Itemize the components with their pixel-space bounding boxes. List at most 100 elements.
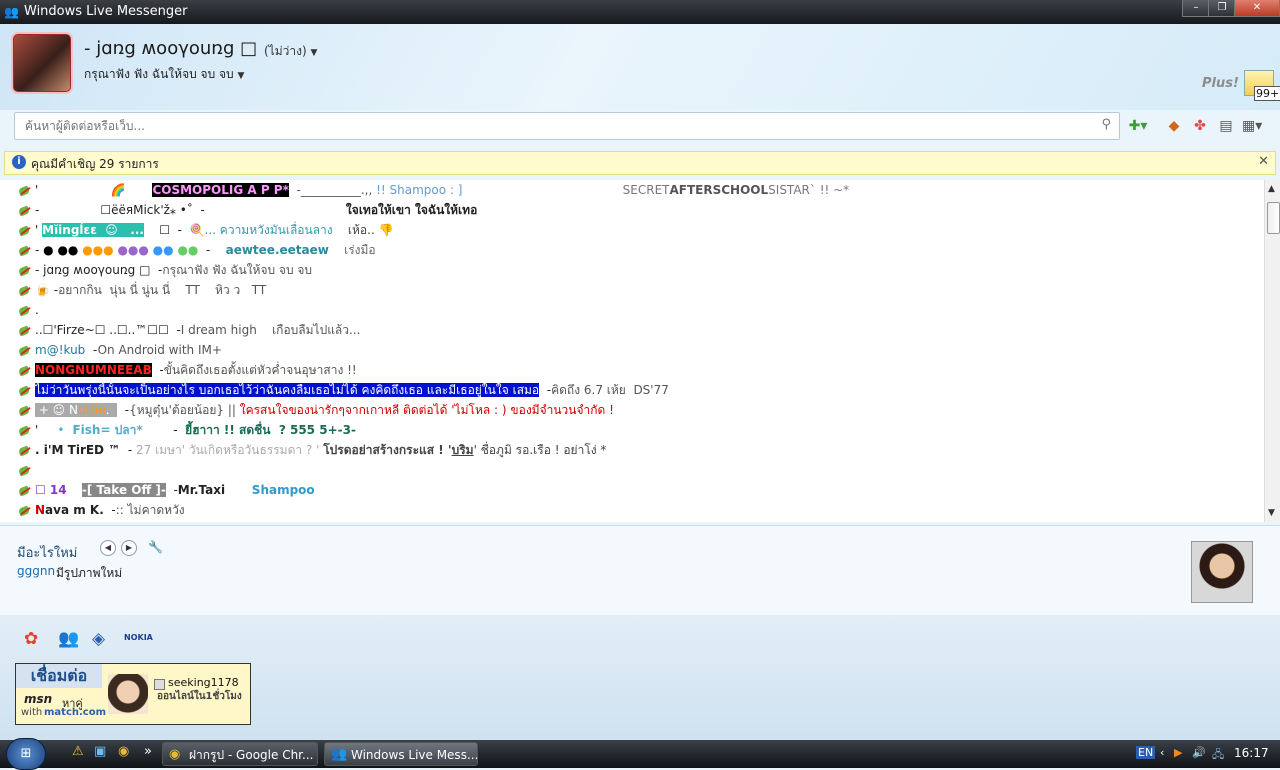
network-icon[interactable]: 🖧 — [1212, 746, 1224, 765]
contact-text-segment — [225, 483, 252, 497]
chevron-down-icon: ▼ — [237, 71, 245, 81]
contact-text-segment: ● ●● — [39, 243, 83, 257]
close-icon[interactable]: ✕ — [1258, 154, 1269, 169]
match-advertisement[interactable]: เชื่อมต่อ msn หาคู่ with match.com seeki… — [15, 663, 251, 725]
search-bar: ⚲ — [14, 112, 1120, 140]
language-indicator[interactable]: EN — [1136, 746, 1156, 759]
whats-new-photo[interactable] — [1191, 541, 1253, 603]
messenger-buddies-icon[interactable]: 👥 — [58, 629, 79, 649]
contact-row[interactable]: ..☐'Firze~☐ ..☐..™☐☐ -I dream high เกือบ… — [18, 320, 360, 340]
scroll-up-arrow-icon[interactable]: ▲ — [1268, 184, 1275, 194]
display-name[interactable]: - jɑռg ʍooγouռg □ — [84, 38, 257, 59]
messenger-buddies-icon: 👥 — [4, 5, 19, 19]
whats-new-contact-name[interactable]: gggnn — [17, 564, 55, 578]
scroll-down-arrow-icon[interactable]: ▼ — [1268, 508, 1275, 518]
avatar[interactable] — [13, 34, 71, 92]
contact-row[interactable]: - ☐ëëяMick'ž⁎ •˚ - ใจเทอให้เขา ใจฉันให้เ… — [18, 200, 477, 220]
busy-status-icon — [18, 505, 32, 517]
contact-text-segment: On Android with IM+ — [97, 343, 222, 357]
layout-icon[interactable]: ▤ — [1216, 116, 1236, 136]
games-icon[interactable]: ◆ — [1164, 116, 1184, 136]
activities-icon[interactable]: ✤ — [1190, 116, 1210, 136]
contact-row[interactable]: NONGNUMNEEAB -ขั้นคิดถึงเธอตั้งแต่หัวค่ำ… — [18, 360, 357, 380]
invitation-text[interactable]: คุณมีคำเชิญ 29 รายการ — [31, 155, 159, 174]
contact-text-segment: ขั้นคิดถึงเธอตั้งแต่หัวค่ำจนอุษาสาง !! — [163, 363, 357, 377]
contact-row[interactable] — [18, 460, 35, 480]
nokia-logo[interactable]: NOKIA — [124, 633, 153, 642]
volume-icon[interactable]: 🔊 — [1192, 746, 1206, 759]
ad-profile-photo — [108, 674, 148, 714]
ad-online-status: ออนไลน์ใน1ชั่วโมง — [157, 691, 242, 702]
contact-text-segment: - ☐ëëяMick'ž⁎ •˚ - — [35, 203, 346, 217]
contact-list: ' 🌈 COSMOPOLIG A P P* -__________.,, !! … — [0, 180, 1264, 522]
invitation-bar[interactable]: i คุณมีคำเชิญ 29 รายการ ✕ — [4, 151, 1276, 175]
add-contact-icon[interactable]: ✚▾ — [1128, 116, 1148, 136]
contact-row[interactable]: ' 🌈 COSMOPOLIG A P P* -__________.,, !! … — [18, 180, 849, 200]
contact-row[interactable]: . i'M TirED ™ - 27 เมษา' วันเกิดหรือวันธ… — [18, 440, 606, 460]
contact-text-segment: - — [120, 443, 136, 457]
contact-text-segment — [67, 483, 82, 497]
contact-text-segment: ' ชื่อภูมิ รอ.เรือ ! อย่าโง่ * — [473, 443, 607, 457]
contact-row[interactable]: 🍺 -อยากกิน นุ่น นี่ นู่น นี่ TT หิว ว TT — [18, 280, 266, 300]
search-icon[interactable]: ⚲ — [1101, 117, 1111, 132]
wrench-icon[interactable]: 🔧 — [148, 540, 163, 554]
contact-row[interactable]: Nava m K. -:: ไม่คาดหวัง — [18, 500, 185, 520]
next-arrow-icon[interactable]: ▶ — [121, 540, 137, 556]
contact-text-segment: ava m K. — [45, 503, 104, 517]
plus-logo[interactable]: Plus! — [1202, 76, 1239, 91]
show-desktop-icon[interactable]: ▣ — [94, 744, 106, 759]
taskbar: ⊞ ⚠ ▣ ◉ » ◉ ฝากรูป - Google Chr... 👥 Win… — [0, 738, 1280, 770]
contact-row[interactable]: ไม่ว่าวันพรุ่งนี้นั้นจะเป็นอย่างไร บอกเธ… — [18, 380, 669, 400]
busy-status-icon — [18, 345, 32, 357]
previous-arrow-icon[interactable]: ◀ — [100, 540, 116, 556]
contact-text-segment: Mr.Taxi — [177, 483, 226, 497]
contact-text-segment: SECRET — [462, 183, 670, 197]
maximize-button[interactable]: ❐ — [1208, 0, 1236, 17]
contact-row[interactable]: - ● ●● ●●● ●●● ●● ●● - aewtee.eetaew เร่… — [18, 240, 376, 260]
minimize-button[interactable]: – — [1182, 0, 1210, 17]
contact-row[interactable]: . — [18, 300, 39, 320]
contact-row[interactable]: + ☺ Nuttie. -{หมูตุ๋น'ต้อยน้อย} || ใครสน… — [18, 400, 614, 420]
contact-text-segment: SISTAR` !! ~* — [768, 183, 850, 197]
match-logo: match.com — [44, 707, 107, 718]
contact-list-scrollbar[interactable]: ▲ ▼ — [1264, 180, 1280, 522]
contact-text-segment: กรุณาฟัง ฟัง ฉันให้จบ จบ จบ — [162, 263, 313, 277]
footer: ✿ 👥 ◈ NOKIA เชื่อมต่อ msn หาคู่ with mat… — [0, 615, 1280, 740]
tray-expand-icon[interactable]: ‹ — [1160, 746, 1164, 759]
contact-text-segment: - — [202, 243, 226, 257]
status-selector[interactable]: (ไม่ว่าง) ▼ — [264, 42, 317, 61]
taskbar-chrome-button[interactable]: ◉ ฝากรูป - Google Chr... — [162, 742, 318, 766]
contact-text-segment: เห้อ.. 👎 — [332, 223, 394, 237]
contact-text-segment: ●●● — [113, 243, 149, 257]
more-chevron-icon[interactable]: » — [144, 744, 152, 759]
contact-row[interactable]: - jɑռg ʍooγouռg □ -กรุณาฟัง ฟัง ฉันให้จบ… — [18, 260, 312, 280]
personal-message[interactable]: กรุณาฟัง ฟัง ฉันให้จบ จบ จบ ▼ — [84, 65, 244, 84]
avast-icon[interactable]: ⚠ — [72, 744, 84, 759]
scrollbar-thumb[interactable] — [1267, 202, 1280, 234]
contact-text-segment: m@!kub — [35, 343, 86, 357]
msn-butterfly-icon[interactable]: ✿ — [24, 629, 38, 649]
media-icon[interactable]: ▶ — [1174, 746, 1182, 759]
close-button[interactable]: ✕ — [1234, 0, 1280, 17]
search-input[interactable] — [23, 114, 1097, 138]
contact-text-segment: - jɑռg ʍooγouռg □ - — [35, 263, 163, 277]
start-button[interactable]: ⊞ — [6, 738, 46, 770]
clock[interactable]: 16:17 — [1234, 746, 1269, 760]
personal-message-text: กรุณาฟัง ฟัง ฉันให้จบ จบ จบ — [84, 67, 234, 81]
chrome-quicklaunch-icon[interactable]: ◉ — [118, 744, 129, 759]
contact-row[interactable]: ☐ 14 -[ Take Off ]- -Mr.Taxi Shampoo — [18, 480, 315, 500]
contact-text-segment: N — [35, 503, 46, 517]
contact-text-segment: - — [151, 363, 164, 377]
contact-row[interactable]: ' • Fish= ปลา* - ยี้ฮาาา !! สดชื่น ? 555… — [18, 420, 356, 440]
contact-row[interactable]: m@!kub -On Android with IM+ — [18, 340, 222, 360]
busy-status-icon — [18, 225, 32, 237]
menu-icon[interactable]: ▦▾ — [1242, 116, 1262, 136]
title-bar: 👥 Windows Live Messenger – ❐ ✕ — [0, 0, 1280, 24]
contact-text-segment: ☐ - — [143, 223, 190, 237]
taskbar-messenger-label: Windows Live Mess... — [351, 748, 478, 762]
whats-new-description[interactable]: มีรูปภาพใหม่ — [56, 564, 122, 583]
windows-live-diamond-icon[interactable]: ◈ — [92, 629, 105, 649]
taskbar-messenger-button[interactable]: 👥 Windows Live Mess... — [324, 742, 478, 766]
contact-row[interactable]: ' Mĭingĺɛɛ ☺ ... ☐ - 🍭... ความหวังมันเลื… — [18, 220, 394, 240]
contact-text-segment: ยี้ฮาาา !! สดชื่น ? 555 5+-3- — [185, 423, 356, 437]
